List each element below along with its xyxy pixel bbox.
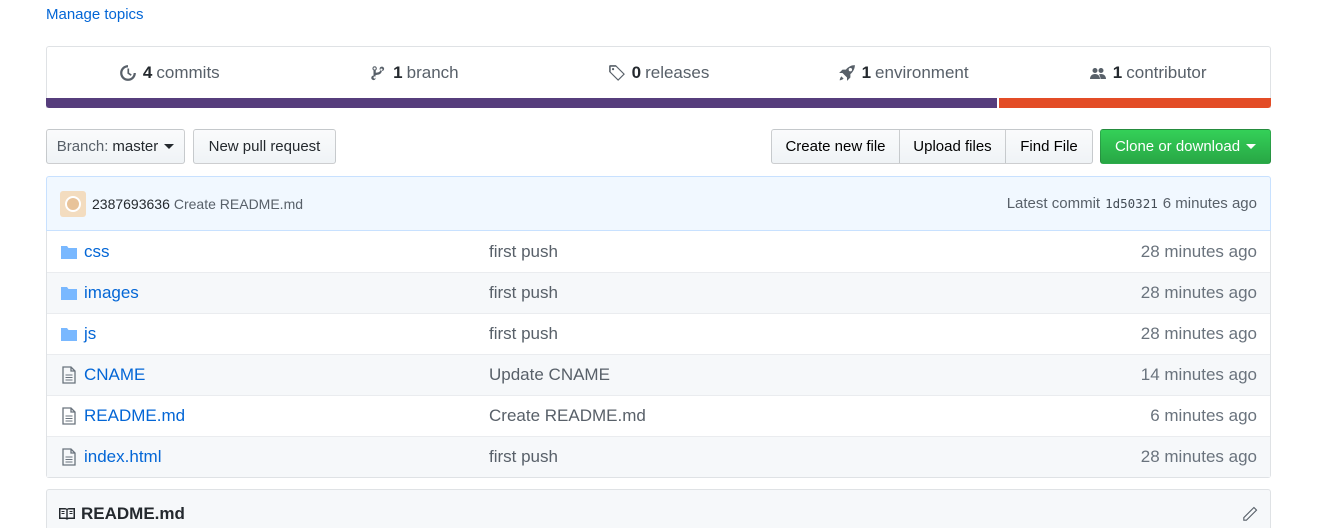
- file-commit-message[interactable]: first push: [489, 283, 1141, 303]
- language-bar-segment[interactable]: [46, 98, 997, 108]
- file-commit-message[interactable]: first push: [489, 324, 1141, 344]
- contributors-summary[interactable]: 1 contributor: [1025, 47, 1270, 98]
- people-icon: [1089, 67, 1106, 79]
- book-icon: [59, 508, 75, 520]
- commit-author[interactable]: 2387693636: [92, 196, 170, 212]
- file-name-link[interactable]: images: [84, 283, 489, 303]
- file-name-link[interactable]: css: [84, 242, 489, 262]
- file-name-link[interactable]: index.html: [84, 447, 489, 467]
- caret-down-icon: [1246, 144, 1257, 149]
- file-commit-message[interactable]: Update CNAME: [489, 365, 1141, 385]
- new-pull-request-button[interactable]: New pull request: [193, 129, 336, 164]
- releases-summary[interactable]: 0 releases: [536, 47, 781, 98]
- file-commit-message[interactable]: first push: [489, 242, 1141, 262]
- file-age: 28 minutes ago: [1140, 241, 1257, 261]
- latest-commit-label: Latest commit: [1006, 195, 1101, 212]
- latest-commit-info: Latest commit 1d50321 6 minutes ago: [1007, 195, 1257, 212]
- language-bar-segment[interactable]: [996, 98, 1271, 108]
- file-age: 28 minutes ago: [1140, 324, 1257, 343]
- tag-icon: [608, 64, 625, 81]
- file-icon: [60, 366, 78, 384]
- file-icon: [60, 448, 78, 466]
- commits-summary[interactable]: 4 commits: [47, 47, 292, 98]
- file-age: 6 minutes ago: [1150, 406, 1257, 425]
- language-bar[interactable]: [46, 98, 1271, 108]
- branch-icon: [371, 65, 385, 80]
- branches-count: 1: [393, 62, 403, 82]
- avatar[interactable]: [60, 190, 86, 217]
- file-age: 28 minutes ago: [1140, 447, 1257, 466]
- contributors-label: contributor: [1126, 62, 1207, 82]
- file-actions-group: Create new file Upload files Find File: [771, 129, 1093, 164]
- file-age: 28 minutes ago: [1140, 283, 1257, 302]
- commit-age: 6 minutes ago: [1162, 195, 1257, 212]
- commit-sha-link[interactable]: 1d50321: [1105, 196, 1158, 211]
- commit-message[interactable]: Create README.md: [174, 196, 303, 212]
- history-icon: [120, 64, 136, 81]
- create-new-file-button[interactable]: Create new file: [771, 129, 900, 164]
- file-icon: [60, 407, 78, 425]
- file-name-link[interactable]: CNAME: [84, 365, 489, 385]
- commits-count: 4: [142, 62, 153, 82]
- folder-icon: [60, 325, 78, 343]
- file-row: CNAME Update CNAME 14 minutes ago: [47, 354, 1270, 395]
- readme-title: README.md: [81, 504, 185, 523]
- folder-icon: [60, 284, 78, 302]
- file-commit-message[interactable]: first push: [489, 447, 1141, 467]
- pencil-icon[interactable]: [1241, 505, 1259, 523]
- releases-count: 0: [631, 62, 642, 82]
- branch-prefix: Branch:: [56, 138, 109, 155]
- branch-select-button[interactable]: Branch: master: [46, 129, 185, 164]
- environments-count: 1: [861, 62, 872, 82]
- branches-summary[interactable]: 1 branch: [292, 47, 537, 98]
- file-row: README.md Create README.md 6 minutes ago: [47, 395, 1270, 436]
- file-row: js first push 28 minutes ago: [47, 313, 1270, 354]
- file-list: css first push 28 minutes ago images first p…: [46, 231, 1271, 478]
- file-commit-message[interactable]: Create README.md: [489, 406, 1150, 426]
- file-row: css first push 28 minutes ago: [47, 231, 1270, 272]
- clone-or-download-button[interactable]: Clone or download: [1100, 129, 1271, 164]
- environments-summary[interactable]: 1 environment: [781, 47, 1026, 98]
- clone-label: Clone or download: [1114, 138, 1241, 155]
- file-row: images first push 28 minutes ago: [47, 272, 1270, 313]
- file-row: index.html first push 28 minutes ago: [47, 436, 1270, 477]
- releases-label: releases: [645, 62, 710, 82]
- environments-label: environment: [875, 62, 969, 82]
- file-name-link[interactable]: js: [84, 324, 489, 344]
- file-name-link[interactable]: README.md: [84, 406, 489, 426]
- rocket-icon: [838, 64, 855, 81]
- latest-commit-bar: 2387693636 Create README.md Latest commi…: [46, 176, 1271, 231]
- folder-icon: [60, 243, 78, 261]
- repo-summary: 4 commits 1 branch 0 releases 1 environm…: [46, 46, 1271, 108]
- caret-down-icon: [164, 144, 175, 149]
- readme-header: README.md: [46, 489, 1271, 528]
- file-age: 14 minutes ago: [1140, 365, 1257, 384]
- find-file-button[interactable]: Find File: [1005, 129, 1093, 164]
- manage-topics-link[interactable]: Manage topics: [46, 6, 144, 23]
- branches-label: branch: [406, 62, 459, 82]
- branch-name: master: [112, 138, 159, 155]
- commits-label: commits: [156, 62, 220, 82]
- contributors-count: 1: [1112, 62, 1123, 82]
- upload-files-button[interactable]: Upload files: [899, 129, 1006, 164]
